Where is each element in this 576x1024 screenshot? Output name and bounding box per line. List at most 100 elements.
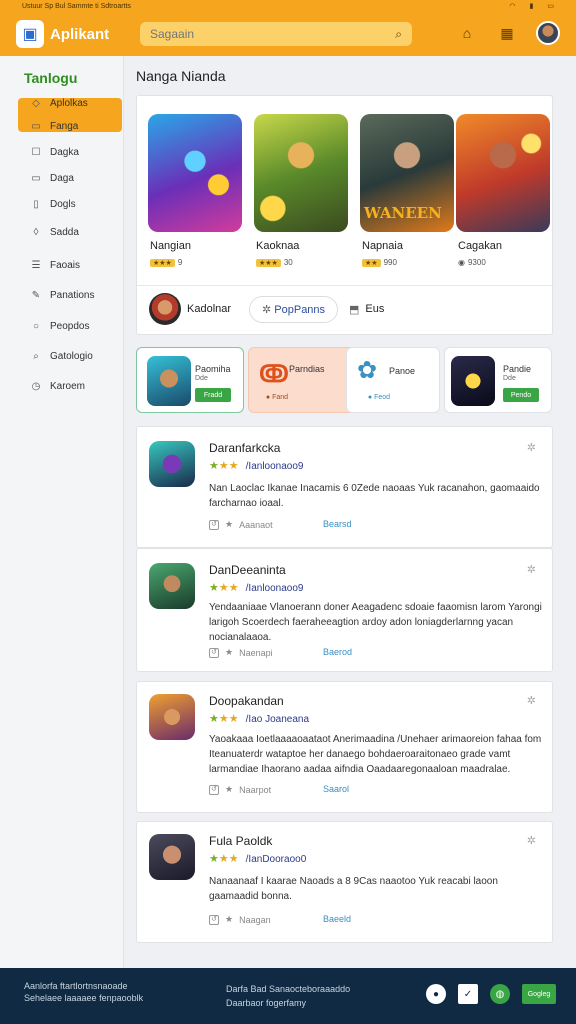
wifi-icon: ◠ (509, 3, 516, 10)
notification-icon[interactable]: ⌂ (456, 22, 478, 44)
sidebar-item-gatologio[interactable]: ⌕ Gatologio (30, 351, 93, 362)
globe-icon[interactable]: ◍ (490, 984, 510, 1004)
app-header: ▣ Aplikant ⌕ ⌂ ▦ (0, 12, 576, 56)
footer-left: Aanlorfa ftartlortnsnaoade Sehelaee laaa… (24, 981, 144, 1003)
game-card[interactable]: Kaoknaa ★★★ 30 (254, 114, 348, 267)
app-icon (149, 563, 195, 609)
star-icon[interactable]: ★ (225, 914, 233, 925)
circle-icon: ○ (32, 321, 40, 332)
app-logo[interactable]: ▣ Aplikant (16, 20, 109, 48)
reply-icon[interactable]: ↺ (209, 914, 219, 925)
game-title: Cagakan (458, 240, 503, 252)
sidebar-item-dogls[interactable]: ▯ Dogls (30, 199, 75, 210)
review-card: Doopakandan ★★★ /Iao Joaneana Yaoakaaa I… (136, 681, 553, 813)
mini-app-card[interactable]: ✿ Panoe ● Feod (346, 347, 440, 413)
game-artwork: WANEEN (360, 114, 454, 232)
box-icon: ☐ (31, 147, 41, 158)
mini-app-card[interactable]: ↂ Parndias ● Fand (248, 347, 356, 413)
featured-tag[interactable]: ⬒ Eus (349, 294, 384, 324)
review-card: Daranfarkcka ★★★ /Ianloonaoo9 Nan Laocla… (136, 426, 553, 548)
review-title: Fula Paoldk (209, 834, 273, 848)
favorite-icon[interactable]: ✲ (527, 441, 536, 454)
user-avatar[interactable] (536, 21, 560, 45)
bookmark-icon: ◇ (32, 98, 40, 109)
game-card[interactable]: Cagakan ◉ 9300 (456, 114, 550, 267)
list-icon: ☰ (31, 260, 41, 271)
shield-icon: ◊ (33, 227, 39, 238)
review-body: Nan Laoclac Ikanae Inacamis 6 0Zede naoa… (209, 483, 540, 509)
app-icon (147, 356, 191, 406)
featured-user[interactable]: Kadolnar (149, 293, 231, 325)
paw-icon: ✿ (357, 357, 378, 384)
pill-button[interactable]: ✲ PopPanns (249, 295, 339, 323)
review-meta: ↺ ★ Aaanaot (209, 519, 273, 530)
file-icon: ▯ (33, 199, 39, 210)
review-link[interactable]: Saarol (323, 784, 349, 794)
review-stars: ★★★ /Iao Joaneana (209, 713, 310, 725)
star-icon[interactable]: ★ (225, 647, 233, 658)
star-icon[interactable]: ★ (225, 784, 233, 795)
search-icon: ⌕ (33, 351, 39, 362)
grid-icon[interactable]: ▦ (496, 22, 518, 44)
review-body: Yendaaniaae Vlanoerann doner Aeagadenc s… (209, 602, 542, 643)
sidebar-item-karoem[interactable]: ◷ Karoem (30, 381, 85, 392)
review-link[interactable]: Bearsd (323, 519, 352, 529)
reply-icon[interactable]: ↺ (209, 519, 219, 530)
game-card[interactable]: Nangian ★★★ 9 (148, 114, 242, 267)
sidebar-title: Tanlogu (24, 70, 78, 86)
sidebar-item-dagka[interactable]: ☐ Dagka (30, 147, 79, 158)
sidebar-item-panations[interactable]: ✎ Panations (30, 290, 95, 301)
mini-app-card[interactable]: Paomiha Dde Fradd (136, 347, 244, 413)
footer-button[interactable]: Gogleg (522, 984, 556, 1004)
sidebar-item-faoais[interactable]: ☰ Faoais (30, 260, 81, 271)
reply-icon[interactable]: ↺ (209, 784, 219, 795)
doc-icon: ▭ (31, 121, 41, 132)
favorite-icon[interactable]: ✲ (527, 563, 536, 576)
footer: Aanlorfa ftartlortnsnaoade Sehelaee laaa… (0, 968, 576, 1024)
review-meta: ↺ ★ Naarpot (209, 784, 271, 795)
lock-icon: ⬒ (349, 303, 360, 316)
search-icon[interactable]: ⌕ (395, 27, 402, 42)
avatar (149, 293, 181, 325)
search-input[interactable] (150, 27, 396, 41)
game-title: Kaoknaa (256, 240, 300, 252)
reply-icon[interactable]: ↺ (209, 647, 219, 658)
review-stars: ★★★ /Ianloonaoo9 (209, 582, 304, 594)
app-icon (149, 694, 195, 740)
favorite-icon[interactable]: ✲ (527, 834, 536, 847)
check-icon[interactable]: ✓ (458, 984, 478, 1004)
social-icon[interactable]: ● (426, 984, 446, 1004)
install-button[interactable]: ● Feod (361, 390, 397, 404)
review-meta: ↺ ★ Naenapi (209, 647, 273, 658)
favorite-icon[interactable]: ✲ (527, 694, 536, 707)
footer-mid: Darfa Bad Sanaocteboraaaddo Daarbaor fog… (226, 984, 351, 1008)
review-link[interactable]: Baeeld (323, 914, 351, 924)
game-card[interactable]: WANEEN Napnaia ★★ 990 (360, 114, 454, 267)
game-title: Nangian (150, 240, 191, 252)
app-icon (451, 356, 495, 406)
search-bar[interactable]: ⌕ (140, 22, 412, 46)
sidebar: Tanlogu ◇ Aplolkas ▭ Fanga ☐ Dagka ▭ Daga ▯ D… (0, 56, 124, 968)
sidebar-item-sadda[interactable]: ◊ Sadda (30, 227, 79, 238)
dot-icon: ● (367, 393, 373, 401)
gear-icon: ✲ (262, 303, 272, 316)
install-button[interactable]: Pendo (503, 388, 539, 402)
mini-app-card[interactable]: Pandie Dde Pendo (444, 347, 552, 413)
sidebar-item-aplolkas[interactable]: ◇ Aplolkas (30, 98, 88, 109)
sidebar-item-peopdos[interactable]: ○ Peopdos (30, 321, 90, 332)
game-title: Napnaia (362, 240, 403, 252)
sidebar-item-daga[interactable]: ▭ Daga (30, 173, 74, 184)
game-artwork (254, 114, 348, 232)
divider (137, 285, 554, 286)
game-artwork (456, 114, 550, 232)
game-rating: ★★ 990 (362, 258, 397, 267)
game-artwork (148, 114, 242, 232)
review-link[interactable]: Baerod (323, 647, 352, 657)
install-button[interactable]: Fradd (195, 388, 231, 402)
featured-pill[interactable]: ✲ PopPanns (249, 294, 339, 324)
star-icon[interactable]: ★ (225, 519, 233, 530)
game-rating: ★★★ 9 (150, 258, 182, 267)
sidebar-item-fanga[interactable]: ▭ Fanga (30, 121, 78, 132)
logo-icon: ▣ (16, 20, 44, 48)
install-button[interactable]: ● Fand (259, 390, 295, 404)
